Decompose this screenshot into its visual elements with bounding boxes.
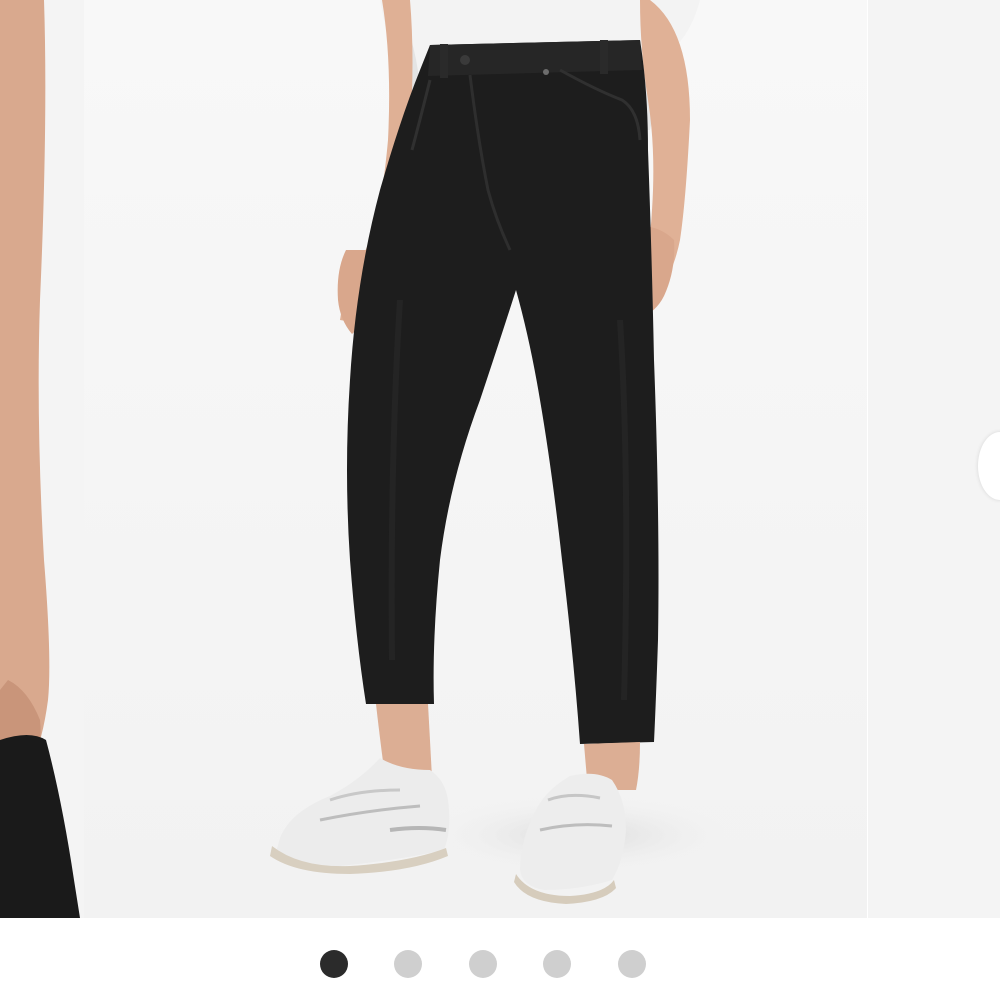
image-carousel[interactable] [0,0,1000,918]
current-slide-image[interactable] [84,0,867,918]
carousel-dot-5[interactable] [618,950,646,978]
carousel-pagination [0,918,1000,1000]
carousel-dot-4[interactable] [543,950,571,978]
previous-slide-image[interactable] [0,0,84,918]
carousel-dot-2[interactable] [394,950,422,978]
next-slide-image[interactable] [868,0,1000,918]
product-image-gallery [0,0,1000,1000]
carousel-dot-1[interactable] [320,950,348,978]
carousel-dot-3[interactable] [469,950,497,978]
